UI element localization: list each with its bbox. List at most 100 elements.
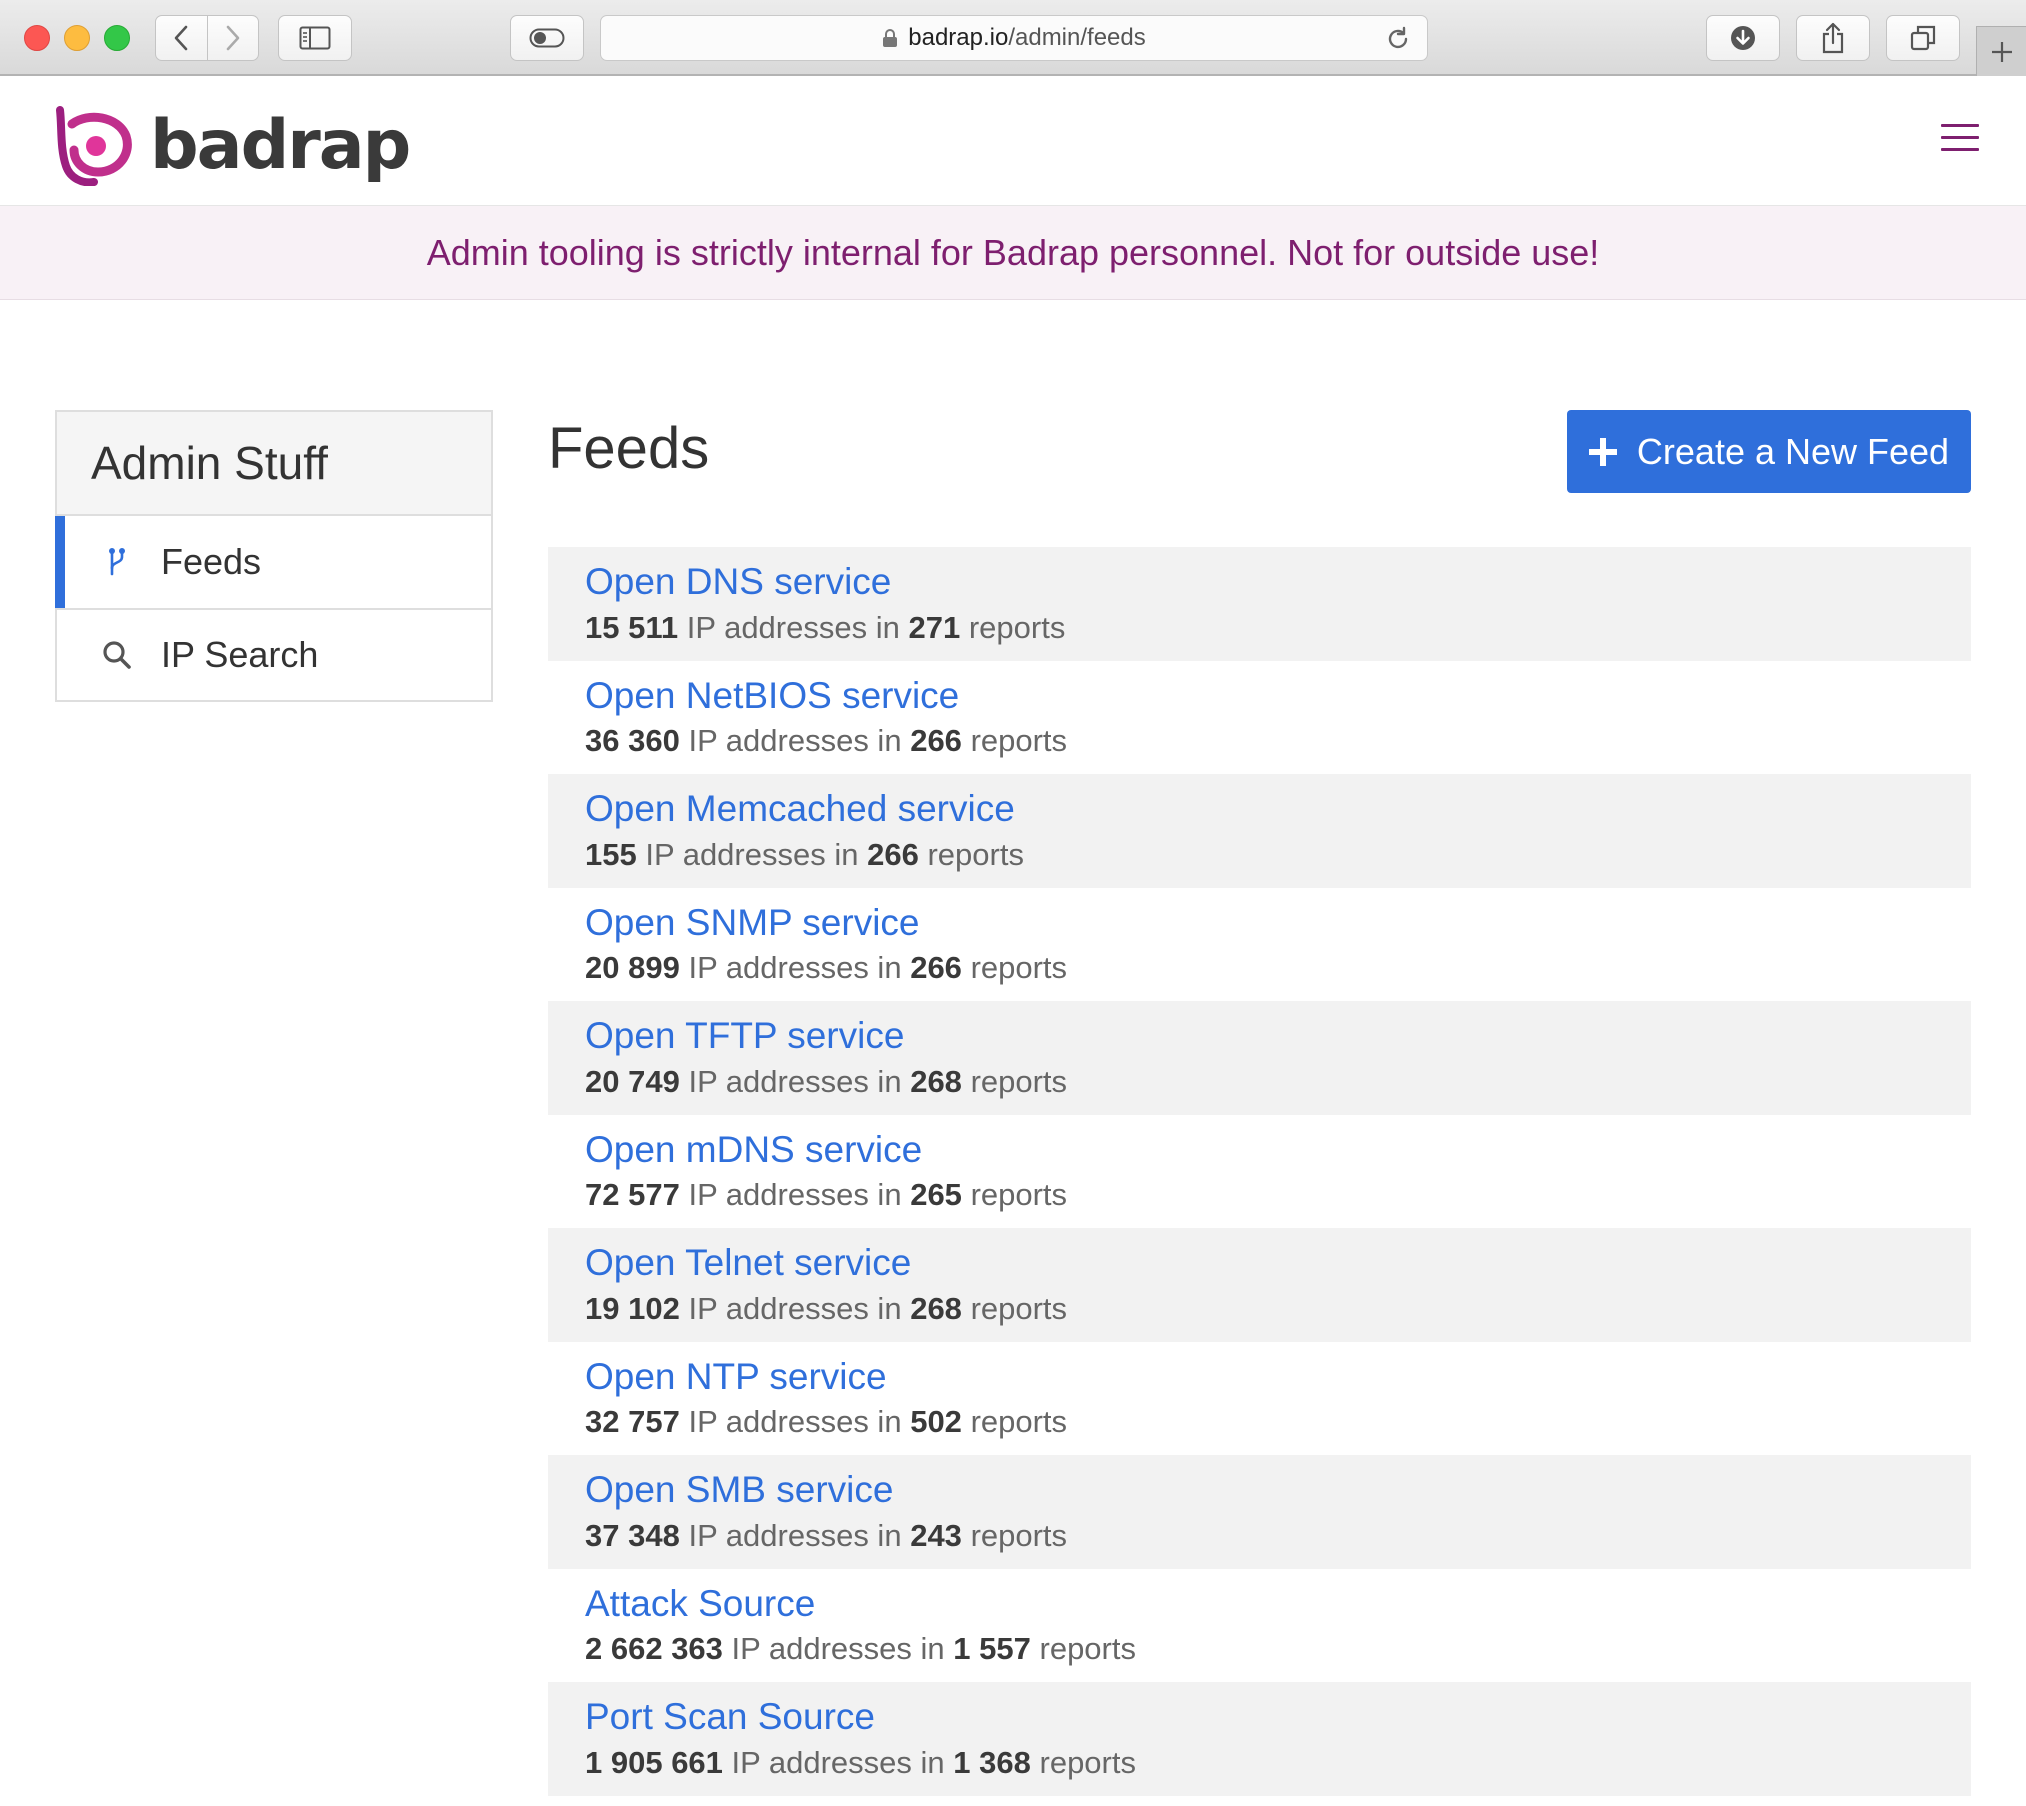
feed-stats: 36 360 IP addresses in 266 reports — [585, 723, 1971, 759]
page-title: Feeds — [548, 416, 710, 481]
reports-suffix: reports — [968, 609, 1066, 645]
ip-suffix: IP addresses in — [688, 950, 902, 986]
feed-report-count: 266 — [867, 836, 919, 872]
toggle-icon — [529, 28, 565, 48]
new-tab-button[interactable] — [1976, 26, 2026, 76]
reports-suffix: reports — [1039, 1631, 1136, 1667]
reports-suffix: reports — [970, 1063, 1068, 1099]
reports-suffix: reports — [970, 950, 1068, 986]
admin-sidebar: Admin Stuff Feeds IP Search — [55, 410, 493, 702]
feed-stats: 15 511 IP addresses in 271 reports — [585, 610, 1971, 646]
sidebar-title: Admin Stuff — [57, 412, 491, 516]
history-nav-group — [155, 15, 259, 61]
ip-suffix: IP addresses in — [688, 1063, 902, 1099]
sidebar-item-label: Feeds — [161, 541, 262, 582]
ip-suffix: IP addresses in — [688, 1290, 902, 1326]
feed-link[interactable]: Open Memcached service — [585, 788, 1015, 831]
reports-suffix: reports — [1039, 1744, 1136, 1780]
feed-report-count: 266 — [910, 723, 962, 759]
url-host: badrap.io — [908, 24, 1009, 51]
feed-ip-count: 20 899 — [585, 950, 680, 986]
back-button[interactable] — [156, 16, 207, 60]
feed-report-count: 1 557 — [953, 1631, 1031, 1667]
feed-row: Port Scan Source 1 905 661 IP addresses … — [548, 1682, 1971, 1796]
browser-toolbar: badrap.io/admin/feeds — [0, 0, 2026, 76]
feed-link[interactable]: Open mDNS service — [585, 1129, 922, 1172]
menu-icon[interactable] — [1941, 124, 1979, 154]
sidebar-item-ip-search[interactable]: IP Search — [57, 608, 491, 700]
plus-icon — [1991, 41, 2012, 62]
feed-row: Open DNS service 15 511 IP addresses in … — [548, 547, 1971, 661]
ip-suffix: IP addresses in — [688, 1404, 902, 1440]
search-icon — [97, 635, 137, 675]
feed-report-count: 265 — [910, 1177, 962, 1213]
sidebar-item-feeds[interactable]: Feeds — [55, 516, 491, 608]
share-button[interactable] — [1796, 15, 1870, 61]
sidebar-icon — [299, 26, 331, 50]
feed-link[interactable]: Open SNMP service — [585, 902, 920, 945]
feed-stats: 19 102 IP addresses in 268 reports — [585, 1291, 1971, 1327]
tabs-overview-icon — [1910, 25, 1936, 51]
feed-ip-count: 155 — [585, 836, 637, 872]
feed-stats: 20 899 IP addresses in 266 reports — [585, 950, 1971, 986]
feed-stats: 32 757 IP addresses in 502 reports — [585, 1404, 1971, 1440]
feed-stats: 37 348 IP addresses in 243 reports — [585, 1518, 1971, 1554]
address-bar[interactable]: badrap.io/admin/feeds — [600, 15, 1428, 61]
forward-button[interactable] — [206, 16, 258, 60]
feed-stats: 72 577 IP addresses in 265 reports — [585, 1177, 1971, 1213]
ip-suffix: IP addresses in — [688, 1517, 902, 1553]
feed-row: Open NetBIOS service 36 360 IP addresses… — [548, 661, 1971, 775]
branch-icon — [97, 542, 137, 582]
ip-suffix: IP addresses in — [688, 723, 902, 759]
ip-suffix: IP addresses in — [688, 1177, 902, 1213]
minimize-window-button[interactable] — [64, 25, 90, 51]
lock-icon — [883, 29, 898, 47]
feed-link[interactable]: Open Telnet service — [585, 1242, 911, 1285]
download-icon — [1731, 26, 1755, 50]
feed-report-count: 1 368 — [953, 1744, 1031, 1780]
feed-row: Open Telnet service 19 102 IP addresses … — [548, 1228, 1971, 1342]
chevron-right-icon — [226, 25, 240, 51]
downloads-button[interactable] — [1706, 15, 1780, 61]
ip-suffix: IP addresses in — [645, 836, 859, 872]
feed-link[interactable]: Open TFTP service — [585, 1015, 904, 1058]
feed-link[interactable]: Open DNS service — [585, 561, 891, 604]
feed-ip-count: 15 511 — [585, 609, 679, 645]
create-feed-button[interactable]: Create a New Feed — [1567, 410, 1971, 493]
ip-suffix: IP addresses in — [731, 1631, 945, 1667]
sidebar-item-label: IP Search — [161, 634, 319, 675]
feed-link[interactable]: Open SMB service — [585, 1469, 893, 1512]
close-window-button[interactable] — [24, 25, 50, 51]
show-sidebar-button[interactable] — [278, 15, 352, 61]
reports-suffix: reports — [970, 1177, 1068, 1213]
reload-icon[interactable] — [1385, 26, 1411, 52]
feed-report-count: 266 — [910, 950, 962, 986]
feed-row: Open mDNS service 72 577 IP addresses in… — [548, 1115, 1971, 1229]
feed-row: Open SNMP service 20 899 IP addresses in… — [548, 888, 1971, 1002]
brand-logo[interactable]: badrap — [52, 106, 411, 186]
ip-suffix: IP addresses in — [731, 1744, 945, 1780]
reader-toggle-button[interactable] — [510, 15, 584, 61]
feed-ip-count: 72 577 — [585, 1177, 680, 1213]
site-header: badrap — [0, 76, 2026, 206]
feed-link[interactable]: Open NetBIOS service — [585, 675, 959, 718]
feed-row: Open Memcached service 155 IP addresses … — [548, 774, 1971, 888]
feed-ip-count: 32 757 — [585, 1404, 680, 1440]
feed-list: Open DNS service 15 511 IP addresses in … — [548, 547, 1971, 1796]
feed-stats: 20 749 IP addresses in 268 reports — [585, 1064, 1971, 1100]
chevron-left-icon — [175, 25, 188, 51]
feed-report-count: 502 — [910, 1404, 962, 1440]
reports-suffix: reports — [970, 1290, 1068, 1326]
zoom-window-button[interactable] — [104, 25, 130, 51]
feed-link[interactable]: Port Scan Source — [585, 1696, 875, 1739]
feed-ip-count: 36 360 — [585, 723, 680, 759]
url-path: /admin/feeds — [1008, 24, 1146, 51]
feed-report-count: 268 — [910, 1063, 962, 1099]
plus-icon — [1588, 437, 1617, 466]
show-tabs-button[interactable] — [1886, 15, 1960, 61]
feed-row: Open TFTP service 20 749 IP addresses in… — [548, 1001, 1971, 1115]
feed-report-count: 268 — [910, 1290, 962, 1326]
create-feed-label: Create a New Feed — [1636, 430, 1950, 472]
feed-link[interactable]: Open NTP service — [585, 1356, 887, 1399]
feed-link[interactable]: Attack Source — [585, 1583, 815, 1626]
